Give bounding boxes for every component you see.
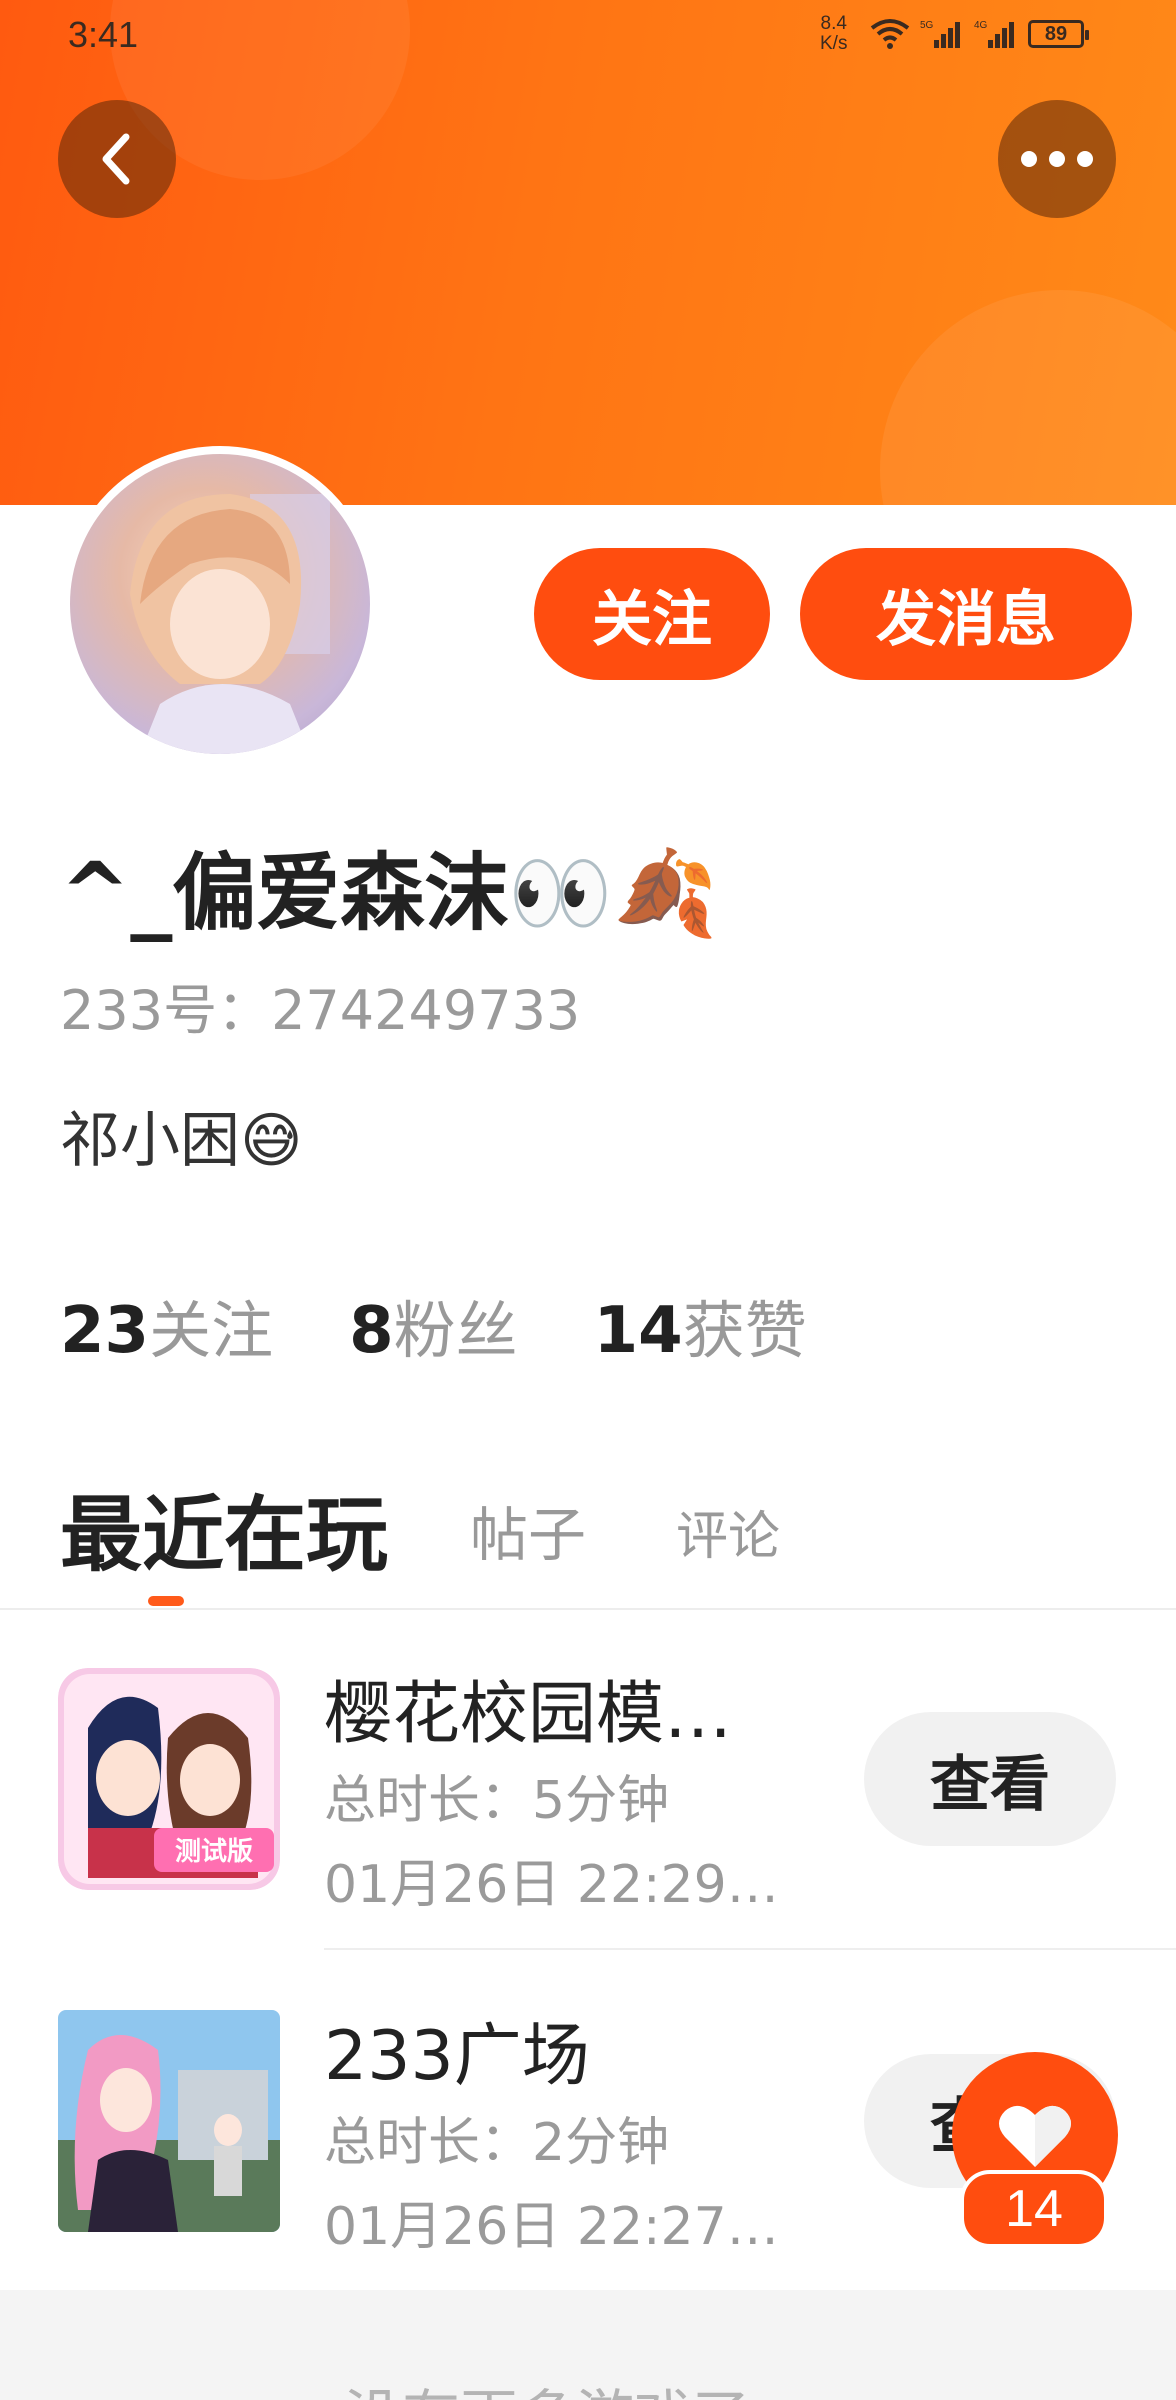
- more-options-button[interactable]: [998, 100, 1116, 218]
- status-time: 3:41: [68, 14, 139, 55]
- network-speed-value: 8.4: [820, 13, 847, 34]
- tab-active-indicator: [148, 1596, 184, 1606]
- user-id: 233号：274249733: [60, 979, 581, 1042]
- stat-likes-count: 14: [593, 1294, 683, 1368]
- svg-text:5G: 5G: [920, 20, 934, 31]
- tabs-divider: [0, 1608, 1176, 1610]
- tab-comments[interactable]: 评论: [676, 1494, 780, 1569]
- battery-icon: 89: [1028, 20, 1089, 48]
- username: ^_偏爱森沫👀🍂: [60, 844, 718, 942]
- game-icon: [58, 2010, 280, 2232]
- heart-icon: [999, 2105, 1071, 2167]
- stat-fans-count: 8: [349, 1294, 394, 1368]
- 5g-signal-icon: 5G: [920, 20, 960, 48]
- profile-tabs: 最近在玩 帖子 评论: [60, 1468, 1120, 1588]
- stat-fans-label: 粉丝: [393, 1294, 518, 1367]
- back-button[interactable]: [58, 100, 176, 218]
- status-icons: 5G 4G 89: [870, 14, 1089, 54]
- more-dots-icon: [1021, 151, 1093, 167]
- network-speed: 8.4 K/s: [820, 14, 847, 54]
- game-name: 233广场: [324, 2017, 590, 2096]
- stat-likes[interactable]: 14获赞: [594, 1280, 807, 1370]
- list-divider: [324, 1948, 1176, 1950]
- game-icon-badge: 测试版: [175, 1837, 253, 1867]
- like-count-badge: 14: [960, 2170, 1108, 2248]
- list-footer: 没有更多游戏了: [0, 2290, 1176, 2400]
- no-more-games-text: 没有更多游戏了: [344, 2370, 750, 2400]
- follow-button[interactable]: 关注: [534, 548, 770, 680]
- 4g-signal-icon: 4G: [974, 20, 1014, 48]
- tab-posts[interactable]: 帖子: [470, 1488, 586, 1572]
- tab-recently-played[interactable]: 最近在玩: [60, 1468, 388, 1587]
- chevron-left-icon: [102, 133, 130, 185]
- game-duration: 总时长：2分钟: [324, 2113, 670, 2173]
- send-message-button[interactable]: 发消息: [800, 548, 1132, 680]
- game-last-played: 01月26日 22:29…: [324, 1855, 779, 1915]
- view-button[interactable]: 查看: [864, 1712, 1116, 1846]
- profile-header-background: [0, 0, 1176, 505]
- profile-stats: 23关注 8粉丝 14获赞: [60, 1280, 807, 1370]
- wifi-icon: [870, 19, 910, 49]
- svg-text:4G: 4G: [974, 20, 988, 31]
- avatar-illustration: [130, 494, 330, 754]
- list-item[interactable]: 测试版 樱花校园模… 总时长：5分钟 01月26日 22:29… 查看: [0, 1634, 1176, 1934]
- user-bio: 祁小困😅: [60, 1106, 303, 1176]
- status-bar: 3:41 8.4 K/s 5G 4G 89: [0, 0, 1176, 70]
- network-speed-unit: K/s: [820, 33, 848, 54]
- stat-following[interactable]: 23关注: [60, 1280, 273, 1370]
- game-icon: 测试版: [58, 1668, 280, 1890]
- stat-likes-label: 获赞: [682, 1294, 807, 1367]
- stat-fans[interactable]: 8粉丝: [349, 1280, 518, 1370]
- avatar[interactable]: [62, 446, 378, 762]
- game-last-played: 01月26日 22:27…: [324, 2197, 779, 2257]
- header-decoration: [880, 290, 1176, 505]
- stat-following-count: 23: [60, 1294, 150, 1368]
- game-duration: 总时长：5分钟: [324, 1771, 670, 1831]
- game-name: 樱花校园模…: [324, 1675, 733, 1754]
- stat-following-label: 关注: [149, 1294, 274, 1367]
